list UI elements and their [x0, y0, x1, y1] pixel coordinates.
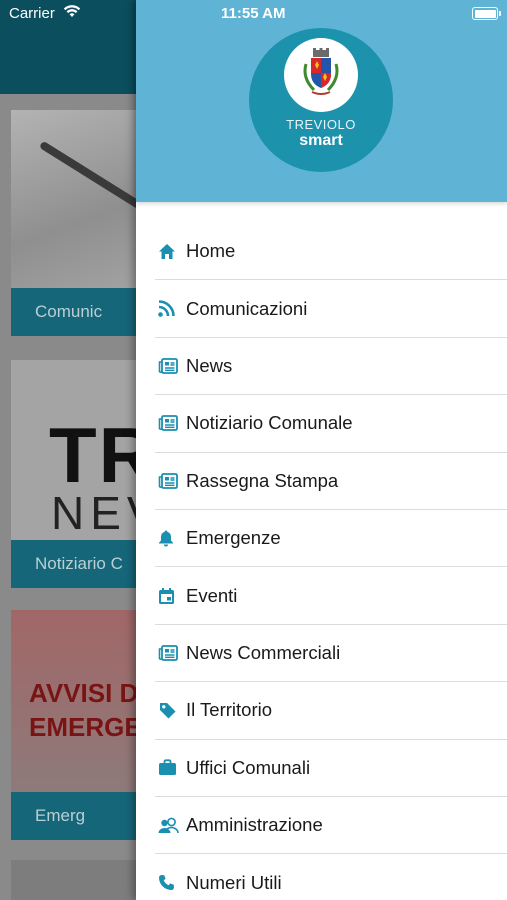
menu-item-label: Uffici Comunali [186, 756, 311, 778]
card-image [11, 860, 151, 900]
menu-item-numeri-utili[interactable]: Numeri Utili [155, 854, 507, 900]
briefcase-icon [155, 759, 186, 776]
menu-item-label: Eventi [186, 584, 238, 606]
tag-icon [155, 701, 186, 720]
background-card: TR NEV Notiziario C [11, 360, 151, 588]
menu-item-news[interactable]: News [155, 338, 507, 396]
menu-item-uffici-comunali[interactable]: Uffici Comunali [155, 740, 507, 797]
menu-item-comunicazioni[interactable]: Comunicazioni [155, 280, 507, 338]
background-card: AVVISI D EMERGE Emerg [11, 610, 151, 840]
menu-item-news-commerciali[interactable]: News Commerciali [155, 625, 507, 683]
clock: 11:55 AM [221, 5, 286, 22]
card-image-text: AVVISI D EMERGE [29, 678, 142, 742]
drawer-menu: Home Comunicazioni News Notiziario Comun… [155, 223, 507, 900]
navigation-drawer: TREVIOLO smart Home Comunicazioni News N… [136, 0, 507, 900]
menu-item-label: Comunicazioni [186, 297, 308, 319]
newspaper-icon [155, 358, 186, 374]
newspaper-icon [155, 645, 186, 661]
bell-icon [155, 529, 186, 547]
battery-icon [472, 7, 501, 20]
menu-item-eventi[interactable]: Eventi [155, 567, 507, 625]
logo-name: TREVIOLO [286, 117, 356, 132]
menu-item-label: Il Territorio [186, 699, 273, 721]
menu-item-label: Home [186, 240, 236, 262]
background-card [11, 860, 151, 900]
newspaper-icon [155, 472, 186, 489]
menu-item-label: News [186, 354, 233, 376]
menu-item-rassegna-stampa[interactable]: Rassegna Stampa [155, 453, 507, 510]
menu-item-label: Rassegna Stampa [186, 469, 339, 491]
menu-item-label: News Commerciali [186, 641, 341, 663]
menu-item-label: Notiziario Comunale [186, 412, 353, 434]
rss-icon [155, 300, 186, 317]
newspaper-icon [155, 415, 186, 432]
drawer-header: TREVIOLO smart [136, 0, 507, 202]
carrier-label: Carrier [9, 5, 55, 22]
menu-item-amministrazione[interactable]: Amministrazione [155, 797, 507, 855]
menu-item-label: Amministrazione [186, 814, 323, 836]
people-icon [155, 817, 186, 834]
coat-of-arms-icon [284, 38, 358, 112]
card-image: TR NEV [11, 360, 151, 540]
menu-item-home[interactable]: Home [155, 223, 507, 281]
phone-icon [155, 874, 186, 891]
calendar-icon [155, 587, 186, 605]
pen-image [38, 140, 151, 217]
logo-tagline: smart [299, 132, 343, 149]
menu-item-label: Numeri Utili [186, 871, 282, 893]
menu-item-emergenze[interactable]: Emergenze [155, 510, 507, 568]
card-image [11, 110, 151, 288]
card-caption: Emerg [11, 792, 151, 840]
card-caption: Comunic [11, 288, 151, 336]
wifi-icon [63, 4, 81, 22]
status-bar: Carrier 11:55 AM [0, 0, 507, 26]
home-icon [155, 243, 186, 260]
app-logo: TREVIOLO smart [249, 28, 393, 172]
card-image: AVVISI D EMERGE [11, 610, 151, 792]
card-caption: Notiziario C [11, 540, 151, 588]
menu-item-label: Emergenze [186, 527, 281, 549]
menu-item-notiziario-comunale[interactable]: Notiziario Comunale [155, 395, 507, 453]
menu-item-il-territorio[interactable]: Il Territorio [155, 682, 507, 740]
background-card: Comunic [11, 110, 151, 336]
